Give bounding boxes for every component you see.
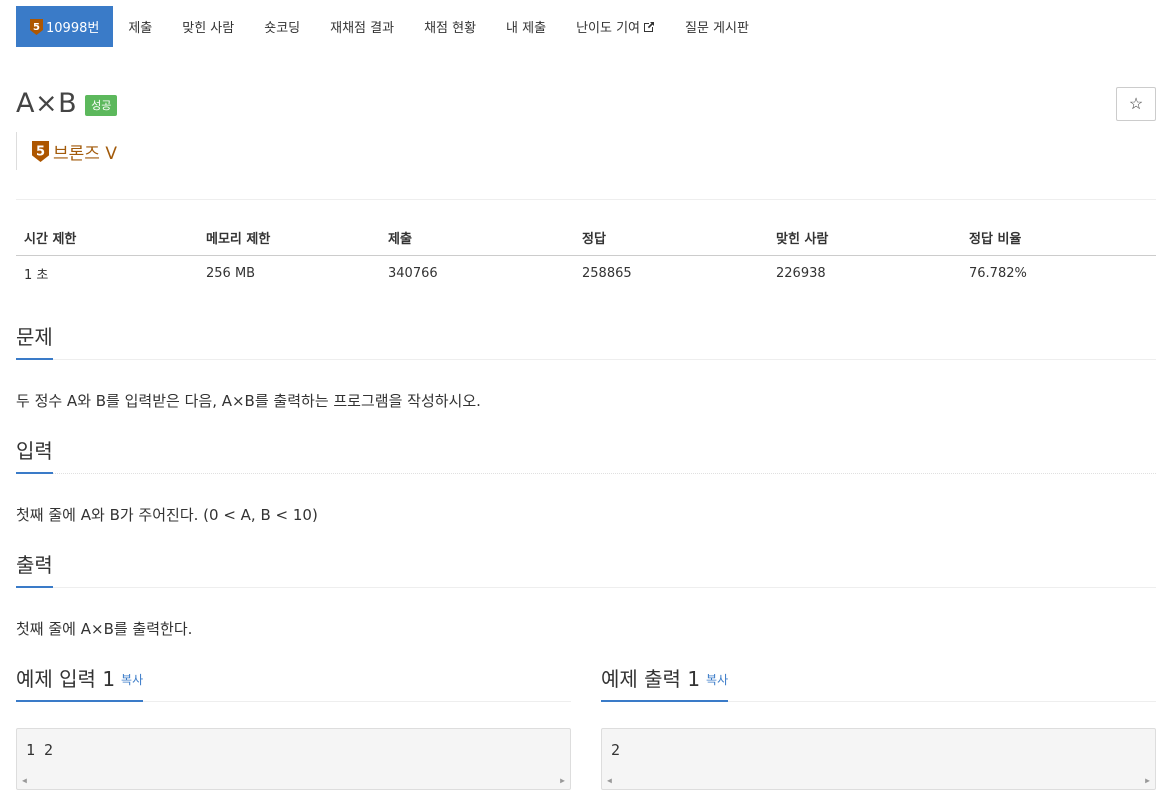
submissions-value: 340766: [388, 266, 438, 282]
sample-input-section: 예제 입력 1 복사 1 2 ◀ ▶: [16, 664, 571, 790]
accept-rate-value: 76.782%: [969, 266, 1027, 282]
sample-output-content: 2: [611, 741, 621, 759]
input-text: 첫째 줄에 A와 B가 주어진다. (0 < A, B < 10): [16, 506, 318, 524]
problem-info-table: 시간 제한 메모리 제한 제출 정답 맞힌 사람 정답 비율 1 초 256 M…: [16, 220, 1156, 292]
table-row: 1 초 256 MB 340766 258865 226938 76.782%: [16, 256, 1156, 292]
problem-menu: 5 10998번 제출 맞힌 사람 숏코딩 재채점 결과 채점 현황 내 제출 …: [16, 6, 764, 47]
favorite-star-button[interactable]: ☆: [1116, 87, 1156, 121]
solved-users-value: 226938: [776, 266, 826, 282]
header-solved-users: 맞힌 사람: [768, 220, 961, 256]
bronze-tier-icon: 5: [30, 18, 43, 35]
input-section: 입력 첫째 줄에 A와 B가 주어진다. (0 < A, B < 10): [16, 436, 1156, 525]
time-limit-value: 1 초: [24, 268, 49, 284]
sample-input-title: 예제 입력 1 복사: [16, 664, 144, 702]
copy-sample-output-link[interactable]: 복사: [706, 673, 728, 687]
sample-output-box[interactable]: 2 ◀ ▶: [601, 728, 1156, 790]
header-accepted: 정답: [574, 220, 768, 256]
header-submissions: 제출: [380, 220, 574, 256]
nav-status[interactable]: 채점 현황: [409, 6, 491, 47]
accepted-value: 258865: [582, 266, 632, 282]
nav-problem-label: 10998번: [46, 21, 100, 36]
problem-title-row: A×B 성공: [16, 88, 118, 119]
input-headline: 입력: [16, 436, 1156, 474]
scroll-right-arrow-icon[interactable]: ▶: [1145, 776, 1150, 785]
nav-submit[interactable]: 제출: [113, 6, 167, 47]
nav-question-board[interactable]: 질문 게시판: [670, 6, 764, 47]
output-title: 출력: [16, 550, 53, 588]
star-icon: ☆: [1128, 96, 1144, 113]
bronze-tier-icon: 5: [32, 140, 49, 162]
memory-limit-value: 256 MB: [206, 266, 256, 282]
input-title: 입력: [16, 436, 53, 474]
problem-description-section: 문제 두 정수 A와 B를 입력받은 다음, A×B를 출력하는 프로그램을 작…: [16, 322, 1156, 411]
svg-text:5: 5: [36, 144, 45, 159]
scroll-left-arrow-icon[interactable]: ◀: [607, 776, 612, 785]
sample-input-headline: 예제 입력 1 복사: [16, 664, 571, 702]
table-header-row: 시간 제한 메모리 제한 제출 정답 맞힌 사람 정답 비율: [16, 220, 1156, 256]
tier-indicator[interactable]: 5 브론즈 V: [16, 132, 117, 170]
nav-short-coding[interactable]: 숏코딩: [249, 6, 315, 47]
output-headline: 출력: [16, 550, 1156, 588]
output-section: 출력 첫째 줄에 A×B를 출력한다.: [16, 550, 1156, 639]
tier-label: 브론즈 V: [53, 143, 117, 164]
result-badge: 성공: [85, 95, 118, 116]
copy-sample-input-link[interactable]: 복사: [121, 673, 143, 687]
sample-output-label: 예제 출력 1: [601, 667, 701, 691]
nav-rejudge-result[interactable]: 재채점 결과: [315, 6, 409, 47]
svg-text:5: 5: [33, 22, 40, 33]
horizontal-scrollbar[interactable]: ◀ ▶: [603, 772, 1154, 788]
nav-problem[interactable]: 5 10998번: [16, 6, 114, 47]
scroll-left-arrow-icon[interactable]: ◀: [22, 776, 27, 785]
divider: [16, 199, 1156, 200]
sample-input-content: 1 2: [26, 741, 54, 759]
scroll-right-arrow-icon[interactable]: ▶: [560, 776, 565, 785]
header-memory-limit: 메모리 제한: [198, 220, 380, 256]
nav-difficulty-contribution[interactable]: 난이도 기여: [561, 6, 670, 47]
sample-output-section: 예제 출력 1 복사 2 ◀ ▶: [601, 664, 1156, 790]
sample-input-box[interactable]: 1 2 ◀ ▶: [16, 728, 571, 790]
external-link-icon: [644, 21, 654, 32]
sample-output-headline: 예제 출력 1 복사: [601, 664, 1156, 702]
description-title: 문제: [16, 322, 53, 360]
nav-solved-users[interactable]: 맞힌 사람: [167, 6, 249, 47]
header-time-limit: 시간 제한: [16, 220, 198, 256]
sample-output-title: 예제 출력 1 복사: [601, 664, 729, 702]
description-text: 두 정수 A와 B를 입력받은 다음, A×B를 출력하는 프로그램을 작성하시…: [16, 392, 481, 410]
output-text: 첫째 줄에 A×B를 출력한다.: [16, 620, 193, 638]
sample-input-label: 예제 입력 1: [16, 667, 116, 691]
description-headline: 문제: [16, 322, 1156, 360]
problem-title: A×B: [16, 88, 78, 119]
horizontal-scrollbar[interactable]: ◀ ▶: [18, 772, 569, 788]
nav-difficulty-label: 난이도 기여: [576, 21, 640, 36]
header-accept-rate: 정답 비율: [961, 220, 1156, 256]
nav-my-submissions[interactable]: 내 제출: [491, 6, 561, 47]
